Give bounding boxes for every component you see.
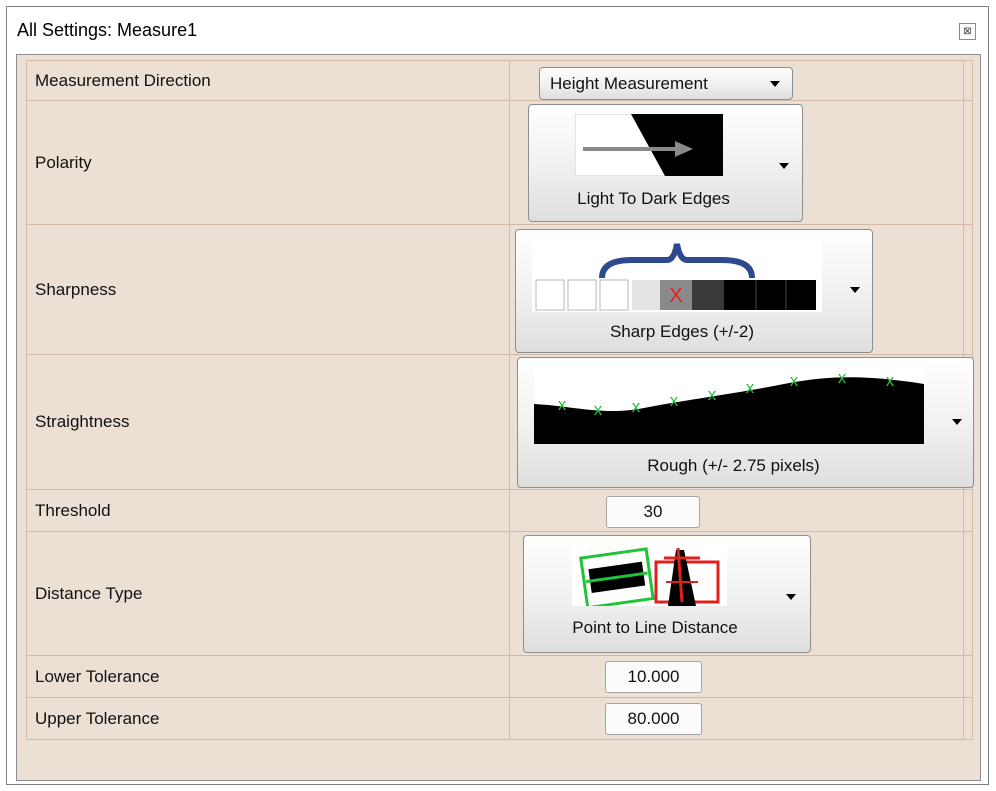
straightness-marker: x — [886, 371, 895, 390]
row-sharpness: Sharpness X Sharp Edges (+/-2) — [26, 224, 973, 355]
straightness-marker: x — [708, 385, 717, 404]
polarity-value: Light To Dark Edges — [577, 189, 730, 208]
straightness-marker: x — [558, 395, 567, 414]
title-bar: All Settings: Measure1 ⊠ — [7, 7, 988, 55]
lower-tolerance-label: Lower Tolerance — [26, 655, 510, 698]
measurement-direction-dropdown[interactable]: Height Measurement — [539, 67, 793, 100]
straightness-marker: x — [746, 378, 755, 397]
upper-tolerance-input[interactable]: 80.000 — [605, 703, 702, 735]
row-lower-tolerance: Lower Tolerance 10.000 — [26, 655, 973, 698]
close-icon: ⊠ — [963, 26, 972, 37]
straightness-marker: x — [838, 368, 847, 387]
distance-type-dropdown[interactable]: Point to Line Distance — [523, 535, 811, 653]
straightness-label: Straightness — [26, 354, 510, 490]
settings-panel: Measurement Direction Height Measurement… — [16, 54, 981, 781]
chevron-down-icon — [779, 163, 789, 169]
row-measurement-direction: Measurement Direction Height Measurement — [26, 60, 973, 101]
polarity-label: Polarity — [26, 100, 510, 225]
chevron-down-icon — [952, 419, 962, 425]
settings-window: All Settings: Measure1 ⊠ Measurement Dir… — [6, 6, 989, 785]
measurement-direction-label: Measurement Direction — [26, 60, 510, 101]
upper-tolerance-label: Upper Tolerance — [26, 697, 510, 740]
settings-grid: Measurement Direction Height Measurement… — [26, 60, 974, 740]
row-upper-tolerance: Upper Tolerance 80.000 — [26, 697, 973, 740]
light-to-dark-edge-icon — [575, 114, 723, 176]
row-threshold: Threshold 30 — [26, 489, 973, 532]
straightness-marker: x — [670, 391, 679, 410]
sharpness-marker: X — [669, 285, 682, 307]
row-distance-type: Distance Type Point to Line Distance — [26, 531, 973, 656]
polarity-dropdown[interactable]: Light To Dark Edges — [528, 104, 803, 222]
sharpness-label: Sharpness — [26, 224, 510, 355]
chevron-down-icon — [850, 287, 860, 293]
straightness-marker: x — [632, 397, 641, 416]
sharpness-dropdown[interactable]: X Sharp Edges (+/-2) — [515, 229, 873, 353]
distance-type-value: Point to Line Distance — [572, 618, 738, 637]
sharpness-value: Sharp Edges (+/-2) — [609, 322, 755, 341]
sharp-edges-icon: X — [532, 238, 822, 312]
row-straightness: Straightness x x x x x x x x x Rough (+/… — [26, 354, 974, 490]
straightness-value: Rough (+/- 2.75 pixels) — [647, 456, 820, 475]
row-polarity: Polarity Light To Dark Edges — [26, 100, 973, 225]
chevron-down-icon — [786, 594, 796, 600]
distance-type-label: Distance Type — [26, 531, 510, 656]
measurement-direction-value: Height Measurement — [550, 74, 708, 93]
straightness-marker: x — [594, 400, 603, 419]
window-title: All Settings: Measure1 — [17, 20, 198, 40]
point-to-line-distance-icon — [572, 544, 727, 606]
lower-tolerance-input[interactable]: 10.000 — [605, 661, 702, 693]
straightness-dropdown[interactable]: x x x x x x x x x Rough (+/- 2.75 pixels… — [517, 357, 974, 488]
close-button[interactable]: ⊠ — [959, 23, 976, 40]
straightness-marker: x — [790, 371, 799, 390]
chevron-down-icon — [770, 81, 780, 87]
rough-edge-icon: x x x x x x x x x — [534, 366, 924, 444]
threshold-input[interactable]: 30 — [606, 496, 700, 528]
threshold-label: Threshold — [26, 489, 510, 532]
